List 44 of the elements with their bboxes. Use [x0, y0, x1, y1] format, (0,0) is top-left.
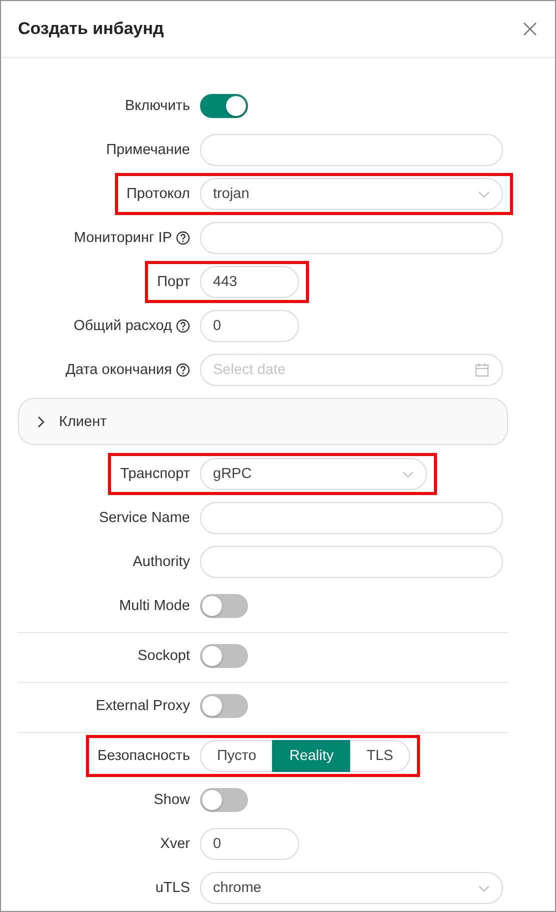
select-field[interactable]: trojan: [200, 178, 503, 210]
segment-option[interactable]: Reality: [272, 740, 351, 772]
field-label: Транспорт: [120, 466, 190, 482]
field-label: Примечание: [106, 142, 190, 158]
field-label: Xver: [160, 836, 190, 852]
field-label: Включить: [124, 98, 190, 114]
chevron-down-icon: [478, 190, 490, 198]
toggle-switch[interactable]: [200, 788, 248, 812]
input-field[interactable]: 443: [200, 266, 299, 298]
segment-option[interactable]: Пусто: [200, 740, 274, 772]
input-field[interactable]: [200, 502, 503, 534]
field-label: Multi Mode: [119, 598, 190, 614]
chevron-down-icon: [402, 470, 414, 478]
select-field[interactable]: chrome: [200, 872, 503, 904]
field-label: uTLS: [155, 880, 190, 896]
field-label: Протокол: [126, 186, 190, 202]
input-field[interactable]: [200, 134, 503, 166]
chevron-down-icon: [478, 884, 490, 892]
toggle-switch[interactable]: [200, 94, 248, 118]
dialog-title: Создать инбаунд: [18, 19, 164, 39]
field-label: Service Name: [98, 510, 190, 526]
panel-title: Клиент: [59, 414, 107, 430]
input-field[interactable]: [200, 546, 503, 578]
field-label: Мониторинг IP: [74, 230, 172, 246]
input-field[interactable]: 0: [200, 310, 299, 342]
toggle-switch[interactable]: [200, 694, 248, 718]
toggle-switch[interactable]: [200, 644, 248, 668]
toggle-switch[interactable]: [200, 594, 248, 618]
field-label: Дата окончания: [66, 362, 172, 378]
field-label: Общий расход: [74, 318, 172, 334]
date-field[interactable]: Select date: [200, 354, 503, 386]
close-button[interactable]: [521, 20, 539, 38]
field-label: Порт: [157, 274, 190, 290]
field-label: Authority: [132, 554, 190, 570]
calendar-icon: [475, 363, 489, 377]
input-field[interactable]: 0: [200, 828, 299, 860]
segment-option[interactable]: TLS: [350, 740, 410, 772]
input-field[interactable]: [200, 222, 503, 254]
collapse-panel[interactable]: Клиент: [18, 398, 508, 445]
select-field[interactable]: gRPC: [200, 458, 427, 490]
field-label: Безопасность: [98, 748, 190, 764]
field-label: External Proxy: [96, 698, 190, 714]
field-label: Sockopt: [138, 648, 190, 664]
field-label: Show: [154, 792, 190, 808]
